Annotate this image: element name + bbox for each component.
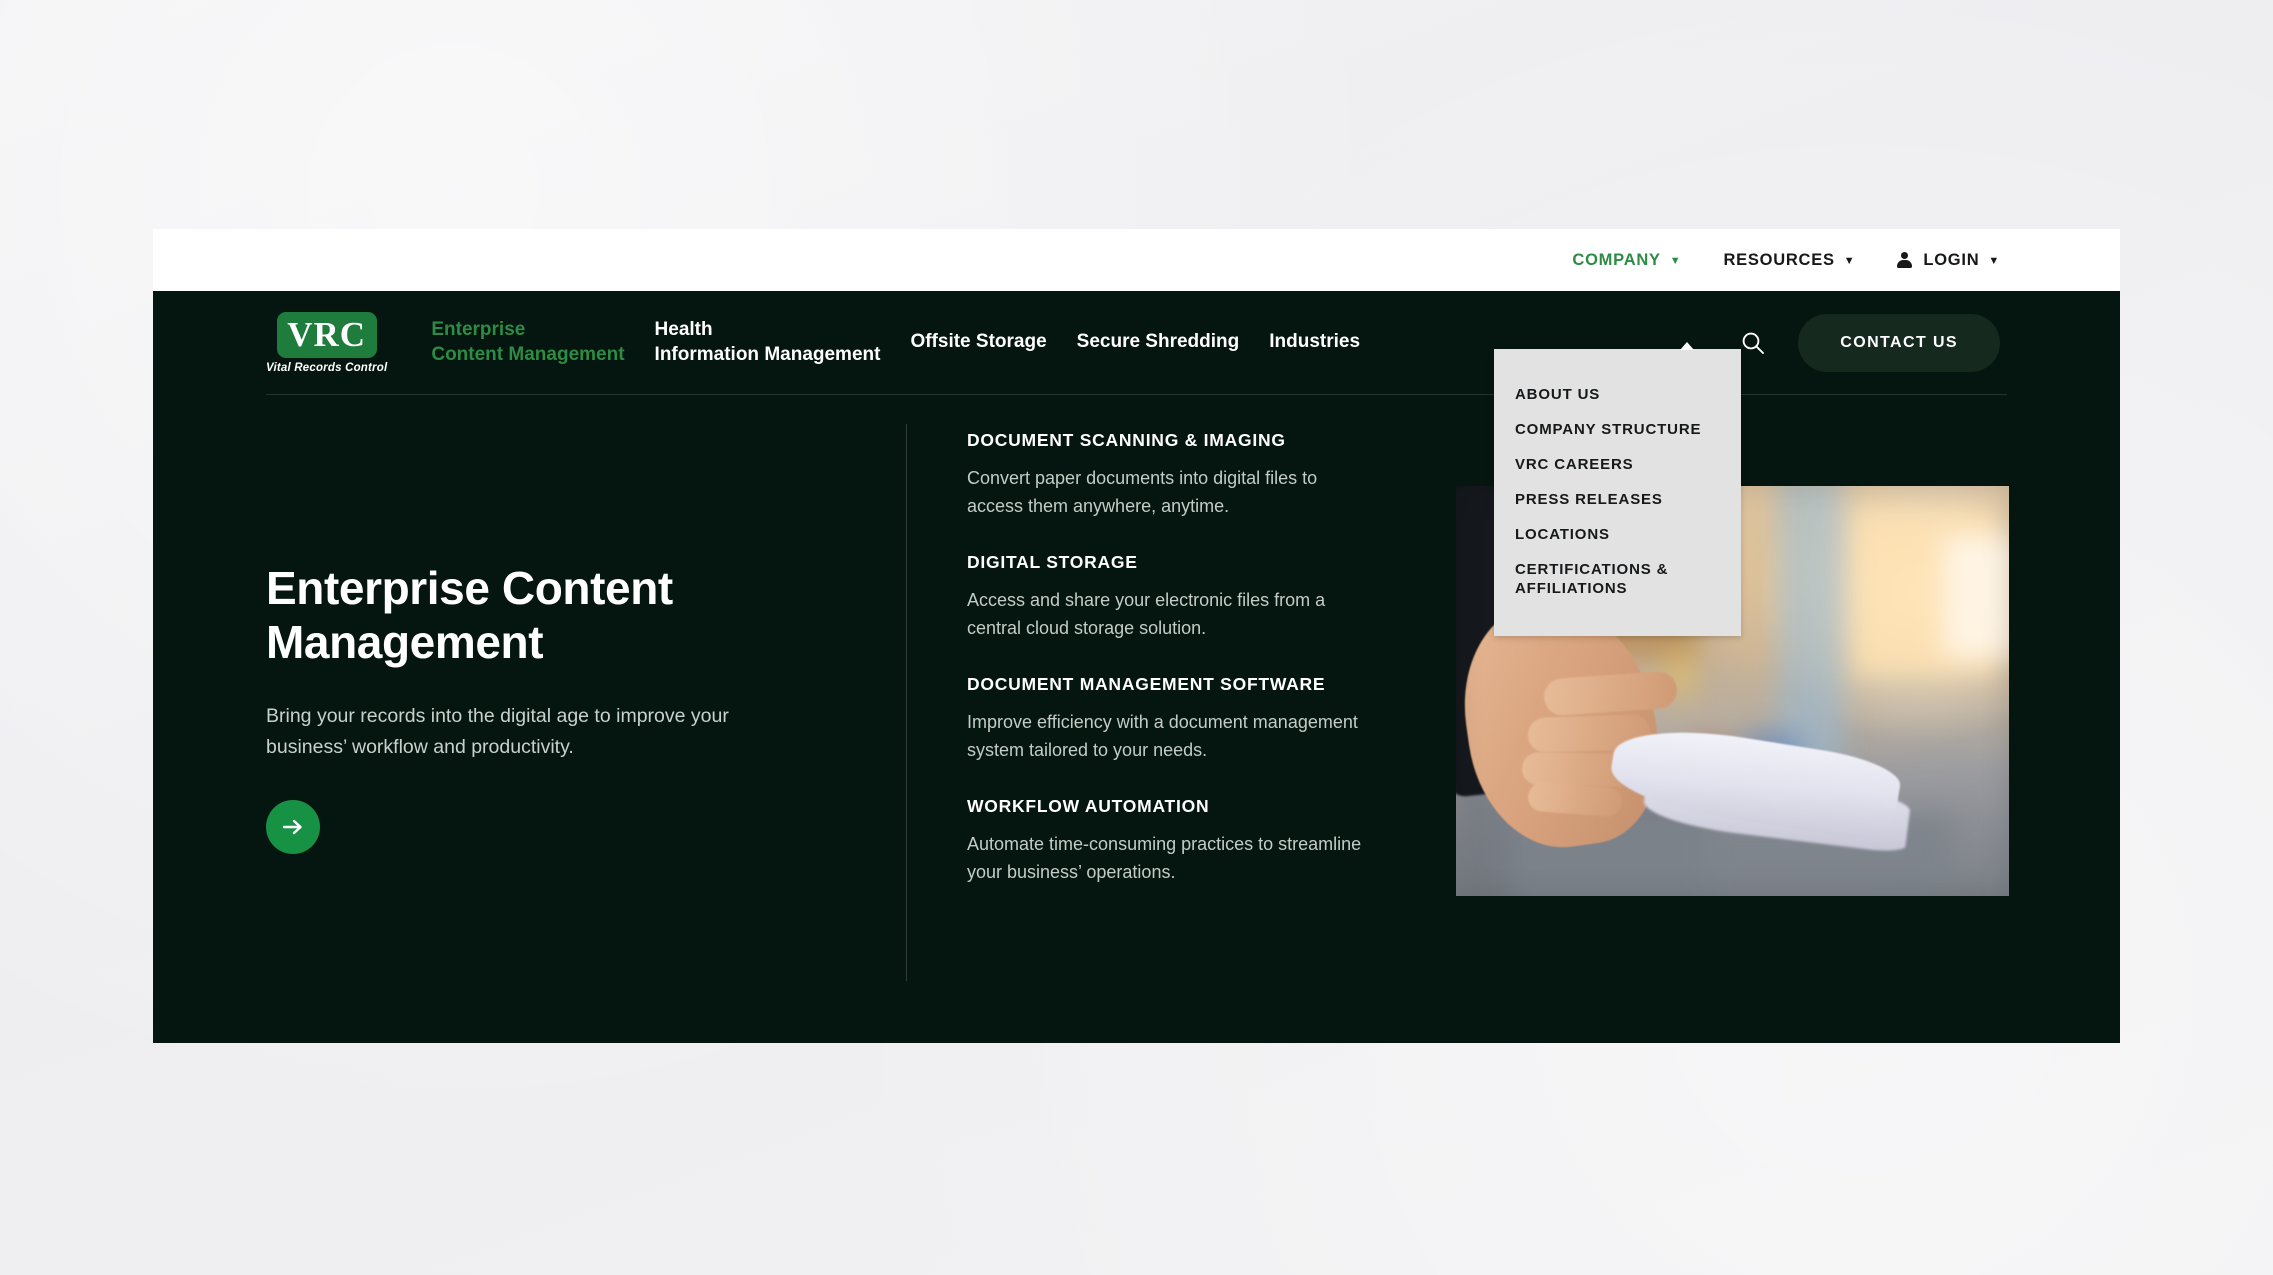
nav-link-secure-shredding[interactable]: Secure Shredding (1077, 330, 1240, 354)
chevron-down-icon: ▼ (1843, 254, 1856, 267)
utility-nav-resources[interactable]: RESOURCES ▼ (1723, 251, 1855, 270)
feature-description: Access and share your electronic files f… (967, 589, 1326, 639)
hero-left-column: Enterprise Content Management Bring your… (266, 394, 906, 1043)
feature-title-document-management-software[interactable]: DOCUMENT MANAGEMENT SOFTWARE (967, 674, 1377, 695)
hero-inner: Enterprise Content Management Bring your… (266, 394, 2009, 1043)
nav-actions: CONTACT US (1736, 313, 2000, 372)
page-title: Enterprise Content Management (266, 562, 673, 669)
search-icon[interactable] (1736, 326, 1770, 360)
vrc-logo[interactable]: VRC Vital Records Control (266, 311, 388, 374)
hero-subtitle: Bring your records into the digital age … (266, 704, 729, 759)
utility-nav-login-label: LOGIN (1923, 250, 1980, 269)
chevron-down-icon: ▼ (1669, 254, 1682, 267)
dropdown-item-press-releases[interactable]: PRESS RELEASES (1494, 482, 1741, 517)
chevron-down-icon: ▼ (1988, 254, 2000, 267)
feature-item: DOCUMENT MANAGEMENT SOFTWARE Improve eff… (967, 674, 1377, 765)
nav-link-enterprise-content-management[interactable]: Enterprise Content Management (431, 318, 624, 367)
nav-link-health-information-management[interactable]: Health Information Management (655, 318, 881, 367)
dropdown-item-certifications-affiliations[interactable]: CERTIFICATIONS & AFFILIATIONS (1494, 552, 1741, 606)
contact-us-button[interactable]: CONTACT US (1798, 313, 2000, 372)
website-frame: COMPANY ▼ RESOURCES ▼ LOGIN ▼ VRC Vital … (153, 229, 2120, 1043)
hero-section: Enterprise Content Management Bring your… (153, 394, 2120, 1043)
utility-nav-resources-label: RESOURCES (1723, 250, 1835, 269)
logo-mark: VRC (276, 311, 377, 358)
feature-title-digital-storage[interactable]: DIGITAL STORAGE (967, 552, 1377, 573)
utility-nav-login[interactable]: LOGIN ▼ (1897, 251, 2000, 270)
feature-description: Automate time-consuming practices to str… (967, 833, 1362, 883)
feature-title-workflow-automation[interactable]: WORKFLOW AUTOMATION (967, 796, 1377, 817)
dropdown-item-locations[interactable]: LOCATIONS (1494, 517, 1741, 552)
utility-nav-company[interactable]: COMPANY ▼ (1572, 251, 1681, 270)
person-icon (1897, 252, 1913, 268)
dropdown-item-company-structure[interactable]: COMPANY STRUCTURE (1494, 412, 1741, 447)
dropdown-item-about-us[interactable]: ABOUT US (1494, 377, 1741, 412)
main-navigation-bar: VRC Vital Records Control Enterprise Con… (153, 291, 2120, 637)
dropdown-item-vrc-careers[interactable]: VRC CAREERS (1494, 447, 1741, 482)
logo-tagline: Vital Records Control (266, 361, 388, 374)
feature-title-document-scanning-imaging[interactable]: DOCUMENT SCANNING & IMAGING (967, 430, 1377, 451)
feature-description: Convert paper documents into digital fil… (967, 468, 1318, 517)
utility-nav-company-label: COMPANY (1572, 250, 1661, 269)
feature-description: Improve efficiency with a document manag… (967, 711, 1358, 761)
feature-item: DIGITAL STORAGE Access and share your el… (967, 552, 1377, 643)
utility-navigation-bar: COMPANY ▼ RESOURCES ▼ LOGIN ▼ (153, 229, 2120, 291)
feature-list: DOCUMENT SCANNING & IMAGING Convert pape… (907, 394, 1377, 1043)
feature-item: DOCUMENT SCANNING & IMAGING Convert pape… (967, 430, 1377, 521)
arrow-right-icon[interactable] (266, 799, 320, 854)
feature-item: WORKFLOW AUTOMATION Automate time-consum… (967, 796, 1377, 887)
nav-link-industries[interactable]: Industries (1269, 330, 1360, 354)
nav-link-offsite-storage[interactable]: Offsite Storage (910, 330, 1046, 354)
company-dropdown-menu: ABOUT US COMPANY STRUCTURE VRC CAREERS P… (1494, 349, 1741, 637)
